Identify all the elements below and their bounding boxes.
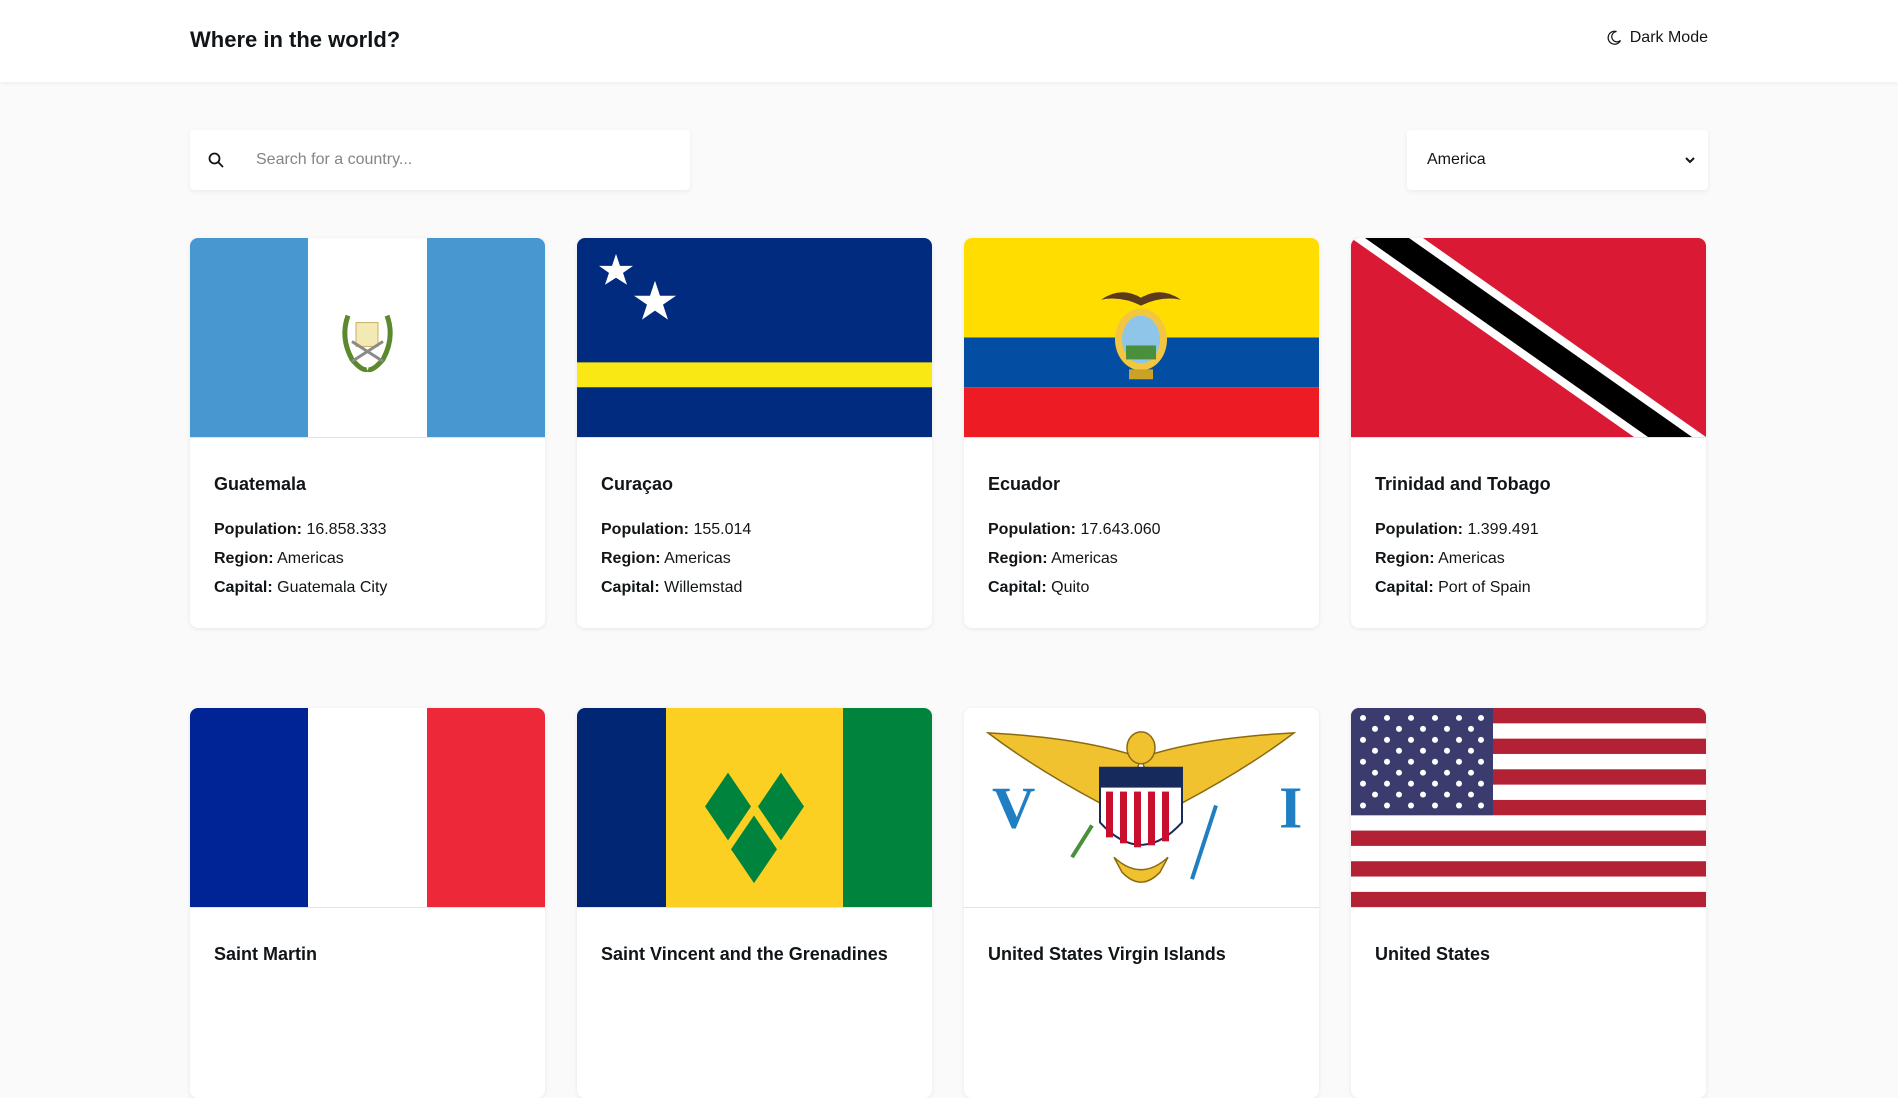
country-name: United States Virgin Islands <box>988 944 1226 964</box>
chevron-down-icon <box>1685 157 1695 164</box>
capital-label: Capital: <box>601 579 660 596</box>
region-value: Americas <box>664 550 731 567</box>
population-stat: Population: 16.858.333 <box>214 515 521 544</box>
flag-ecuador-image <box>964 238 1319 438</box>
search-input[interactable] <box>256 151 636 169</box>
region-label: Region: <box>1375 550 1435 567</box>
region-value: Americas <box>1438 550 1505 567</box>
flag-guatemala-image <box>190 238 545 438</box>
app-header: Where in the world? Dark Mode <box>0 0 1898 82</box>
app-title: Where in the world? <box>190 27 401 52</box>
region-stat: Region: Americas <box>601 544 908 573</box>
svg-text:I: I <box>1279 775 1302 841</box>
search-box <box>190 130 690 190</box>
capital-stat: Capital: Port of Spain <box>1375 573 1682 602</box>
country-card[interactable]: Guatemala Population: 16.858.333 Region:… <box>190 238 545 628</box>
country-name: Curaçao <box>601 474 674 494</box>
region-filter-value: America <box>1427 151 1486 168</box>
country-name: United States <box>1375 944 1491 964</box>
controls-bar: America <box>0 82 1898 240</box>
country-grid: Guatemala Population: 16.858.333 Region:… <box>190 238 1708 1098</box>
dark-mode-toggle[interactable]: Dark Mode <box>1606 29 1708 47</box>
population-label: Population: <box>214 521 302 538</box>
population-stat: Population: 1.399.491 <box>1375 515 1682 544</box>
capital-stat: Capital: Willemstad <box>601 573 908 602</box>
flag-saint-vincent-image <box>577 708 932 908</box>
region-stat: Region: Americas <box>988 544 1295 573</box>
population-stat: Population: 17.643.060 <box>988 515 1295 544</box>
dark-mode-label: Dark Mode <box>1629 29 1708 46</box>
population-value: 17.643.060 <box>1080 521 1161 538</box>
population-label: Population: <box>1375 521 1463 538</box>
region-stat: Region: Americas <box>214 544 521 573</box>
population-value: 155.014 <box>693 521 752 538</box>
country-card[interactable]: United States <box>1351 708 1706 1098</box>
region-label: Region: <box>214 550 274 567</box>
country-card[interactable]: Saint Martin <box>190 708 545 1098</box>
flag-curacao-image <box>577 238 932 438</box>
capital-value: Willemstad <box>664 579 743 596</box>
region-filter-select[interactable]: America <box>1407 130 1708 190</box>
population-stat: Population: 155.014 <box>601 515 908 544</box>
flag-trinidad-and-tobago-image <box>1351 238 1706 438</box>
country-card[interactable]: Ecuador Population: 17.643.060 Region: A… <box>964 238 1319 628</box>
region-label: Region: <box>601 550 661 567</box>
country-card[interactable]: V I United States Virgin Islands <box>964 708 1319 1098</box>
capital-stat: Capital: Quito <box>988 573 1295 602</box>
capital-stat: Capital: Guatemala City <box>214 573 521 602</box>
country-card[interactable]: Saint Vincent and the Grenadines <box>577 708 932 1098</box>
population-label: Population: <box>601 521 689 538</box>
capital-label: Capital: <box>1375 579 1434 596</box>
country-name: Saint Vincent and the Grenadines <box>601 944 888 964</box>
country-name: Ecuador <box>988 474 1061 494</box>
flag-united-states-image <box>1351 708 1706 908</box>
capital-label: Capital: <box>214 579 273 596</box>
country-card[interactable]: Curaçao Population: 155.014 Region: Amer… <box>577 238 932 628</box>
population-label: Population: <box>988 521 1076 538</box>
region-value: Americas <box>1051 550 1118 567</box>
moon-icon <box>1607 30 1621 45</box>
region-stat: Region: Americas <box>1375 544 1682 573</box>
population-value: 16.858.333 <box>306 521 387 538</box>
country-name: Saint Martin <box>214 944 318 964</box>
country-name: Trinidad and Tobago <box>1375 474 1551 494</box>
search-icon <box>206 150 226 170</box>
capital-value: Quito <box>1051 579 1090 596</box>
flag-saint-martin-image <box>190 708 545 908</box>
capital-value: Guatemala City <box>277 579 388 596</box>
svg-text:V: V <box>992 775 1035 841</box>
capital-label: Capital: <box>988 579 1047 596</box>
capital-value: Port of Spain <box>1438 579 1531 596</box>
region-label: Region: <box>988 550 1048 567</box>
population-value: 1.399.491 <box>1467 521 1539 538</box>
region-value: Americas <box>277 550 344 567</box>
country-name: Guatemala <box>214 474 307 494</box>
country-card[interactable]: Trinidad and Tobago Population: 1.399.49… <box>1351 238 1706 628</box>
flag-us-virgin-islands-image: V I <box>964 708 1319 908</box>
